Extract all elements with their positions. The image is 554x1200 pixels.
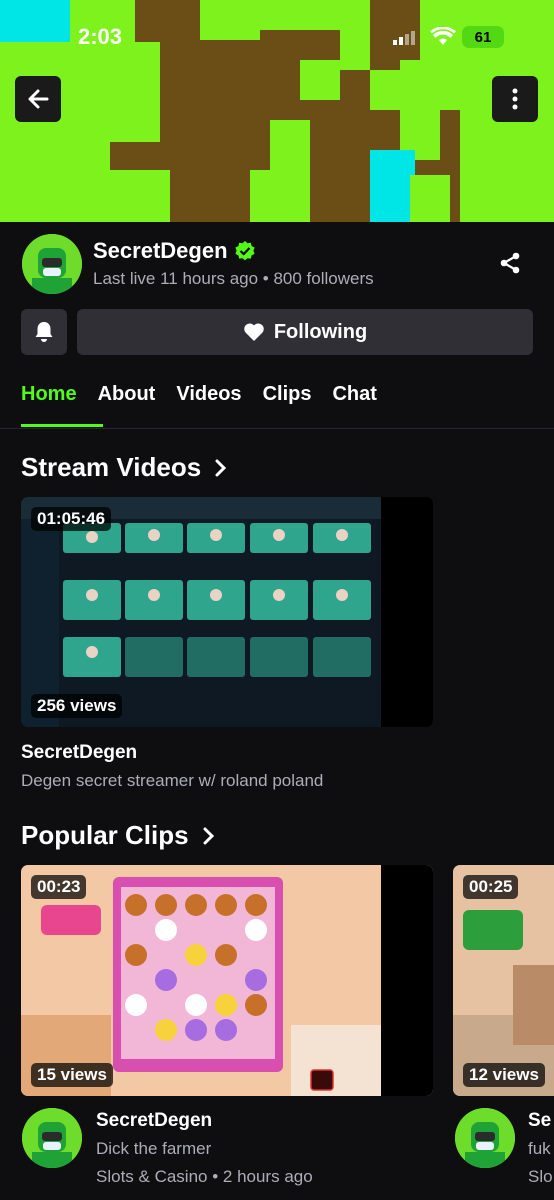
video-duration: 01:05:46	[31, 507, 112, 531]
channel-name-row: SecretDegen	[93, 238, 255, 264]
video-title[interactable]: Degen secret streamer w/ roland poland	[21, 771, 323, 791]
wifi-icon	[430, 26, 456, 52]
channel-name: SecretDegen	[93, 238, 228, 263]
slot-game-preview	[453, 865, 554, 1096]
back-button[interactable]	[15, 76, 61, 122]
active-tab-indicator	[21, 424, 103, 427]
clip-views: 15 views	[31, 1063, 113, 1087]
clip-thumbnail[interactable]: 00:25 12 views	[453, 865, 554, 1096]
clip-views: 12 views	[463, 1063, 545, 1087]
clip-channel-avatar[interactable]	[455, 1108, 515, 1168]
video-thumbnail[interactable]: 01:05:46 256 views	[21, 497, 433, 727]
clip-channel-name[interactable]: Se	[528, 1110, 551, 1132]
clip-duration: 00:25	[463, 875, 519, 899]
tab-about[interactable]: About	[98, 383, 156, 406]
tabs-divider	[0, 428, 554, 429]
clip-title[interactable]: fuk	[528, 1139, 551, 1159]
battery-icon: 61	[462, 26, 504, 48]
heart-icon	[244, 323, 264, 341]
slot-game-preview	[21, 865, 433, 1096]
tab-clips[interactable]: Clips	[263, 383, 312, 406]
bell-icon	[35, 322, 53, 342]
clip-thumbnail[interactable]: 00:23 15 views	[21, 865, 433, 1096]
clip-meta: Slo	[528, 1167, 553, 1186]
clip-duration: 00:23	[31, 875, 87, 899]
video-views: 256 views	[31, 694, 123, 718]
tab-chat[interactable]: Chat	[332, 383, 376, 406]
channel-meta: Last live 11 hours ago • 800 followers	[93, 269, 374, 288]
share-icon	[500, 252, 520, 274]
cellular-signal-icon	[393, 31, 415, 50]
verified-badge-icon	[234, 241, 255, 261]
tab-videos[interactable]: Videos	[176, 383, 241, 406]
chevron-right-icon	[203, 827, 214, 844]
popular-clips-title: Popular Clips	[21, 820, 189, 850]
following-label: Following	[273, 320, 368, 343]
popular-clips-header[interactable]: Popular Clips	[21, 820, 215, 851]
casino-lobby-preview	[21, 497, 433, 727]
following-button[interactable]: Following	[77, 309, 533, 355]
notifications-button[interactable]	[21, 309, 67, 355]
share-button[interactable]	[498, 251, 522, 280]
battery-level: 61	[474, 28, 492, 46]
chevron-right-icon	[215, 459, 227, 476]
stream-videos-header[interactable]: Stream Videos	[21, 452, 227, 483]
video-channel-name[interactable]: SecretDegen	[21, 742, 137, 764]
clip-title[interactable]: Dick the farmer	[96, 1139, 211, 1159]
stream-videos-title: Stream Videos	[21, 452, 202, 482]
channel-avatar[interactable]	[22, 234, 82, 294]
status-time: 2:03	[78, 24, 123, 49]
tab-home[interactable]: Home	[21, 383, 77, 406]
more-vertical-icon	[512, 88, 518, 110]
clip-channel-name[interactable]: SecretDegen	[96, 1110, 212, 1132]
arrow-left-icon	[28, 89, 49, 109]
channel-tabs: Home About Videos Clips Chat	[21, 383, 377, 406]
clip-meta: Slots & Casino • 2 hours ago	[96, 1167, 313, 1186]
clip-channel-avatar[interactable]	[22, 1108, 82, 1168]
more-options-button[interactable]	[492, 76, 538, 122]
